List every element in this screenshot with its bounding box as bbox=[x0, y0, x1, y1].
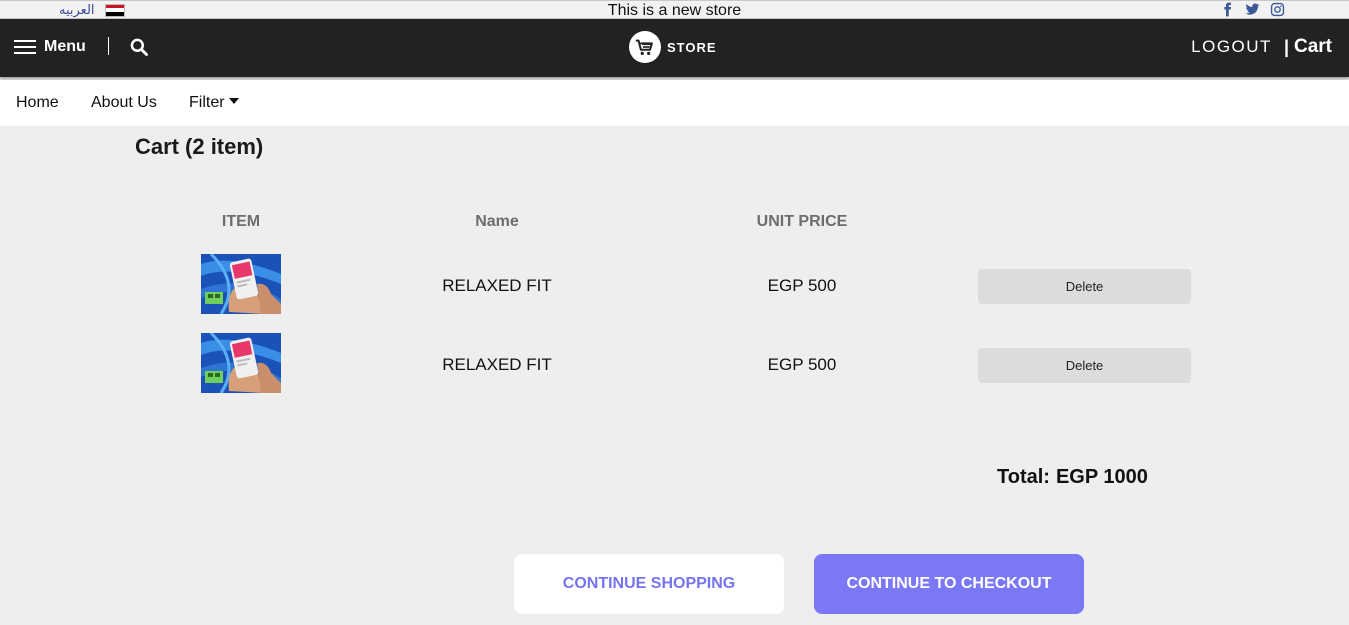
cart-total: Total: EGP 1000 bbox=[997, 466, 1148, 489]
search-icon[interactable] bbox=[129, 37, 149, 57]
cart-count: (2 item) bbox=[185, 134, 264, 159]
announcement-text: This is a new store bbox=[607, 2, 742, 19]
social-links bbox=[1220, 2, 1285, 17]
product-name: RELAXED FIT bbox=[442, 276, 552, 295]
account-nav: LOGOUT | Cart bbox=[1191, 36, 1332, 58]
logout-link[interactable]: LOGOUT bbox=[1191, 37, 1272, 57]
facebook-icon[interactable] bbox=[1220, 2, 1235, 17]
nav-about-us[interactable]: About Us bbox=[91, 94, 157, 112]
delete-button[interactable]: Delete bbox=[978, 269, 1191, 304]
cart-row: RELAXED FIT EGP 500 Delete bbox=[0, 333, 1349, 393]
instagram-icon[interactable] bbox=[1270, 2, 1285, 17]
caret-down-icon[interactable] bbox=[228, 98, 239, 104]
product-thumbnail[interactable] bbox=[201, 254, 281, 314]
hamburger-icon[interactable] bbox=[14, 40, 36, 54]
cart-link[interactable]: Cart bbox=[1294, 36, 1332, 58]
cart-title: Cart bbox=[135, 134, 180, 159]
delete-button[interactable]: Delete bbox=[978, 348, 1191, 383]
total-value: EGP 1000 bbox=[1055, 466, 1148, 488]
filter-label[interactable]: Filter bbox=[189, 94, 225, 111]
product-price: EGP 500 bbox=[767, 355, 837, 374]
sub-navigation: Home About Us Filter bbox=[0, 80, 1349, 126]
logo-text: STORE bbox=[667, 39, 717, 55]
cart-logo-icon bbox=[629, 31, 661, 63]
header-divider bbox=[108, 37, 109, 55]
nav-filter-dropdown[interactable]: Filter bbox=[189, 94, 239, 112]
continue-shopping-button[interactable]: CONTINUE SHOPPING bbox=[514, 554, 784, 614]
nav-separator: | bbox=[1283, 36, 1289, 57]
menu-label[interactable]: Menu bbox=[44, 38, 86, 56]
page-title: Cart (2 item) bbox=[135, 134, 263, 160]
column-header-item: ITEM bbox=[221, 213, 261, 230]
column-header-unit-price: UNIT PRICE bbox=[756, 213, 848, 230]
menu-button[interactable]: Menu bbox=[14, 38, 86, 56]
main-header: Menu STORE LOGOUT | Cart bbox=[0, 19, 1349, 77]
product-thumbnail[interactable] bbox=[201, 333, 281, 393]
nav-home[interactable]: Home bbox=[16, 94, 59, 112]
column-header-name: Name bbox=[475, 213, 519, 230]
store-logo[interactable]: STORE bbox=[629, 31, 717, 63]
announcement-bar: العربيه This is a new store bbox=[0, 0, 1349, 19]
product-name: RELAXED FIT bbox=[442, 355, 552, 374]
checkout-button[interactable]: CONTINUE TO CHECKOUT bbox=[814, 554, 1084, 614]
total-label: Total: bbox=[997, 466, 1050, 488]
cart-row: RELAXED FIT EGP 500 Delete bbox=[0, 254, 1349, 314]
product-price: EGP 500 bbox=[767, 276, 837, 295]
twitter-icon[interactable] bbox=[1245, 2, 1260, 17]
